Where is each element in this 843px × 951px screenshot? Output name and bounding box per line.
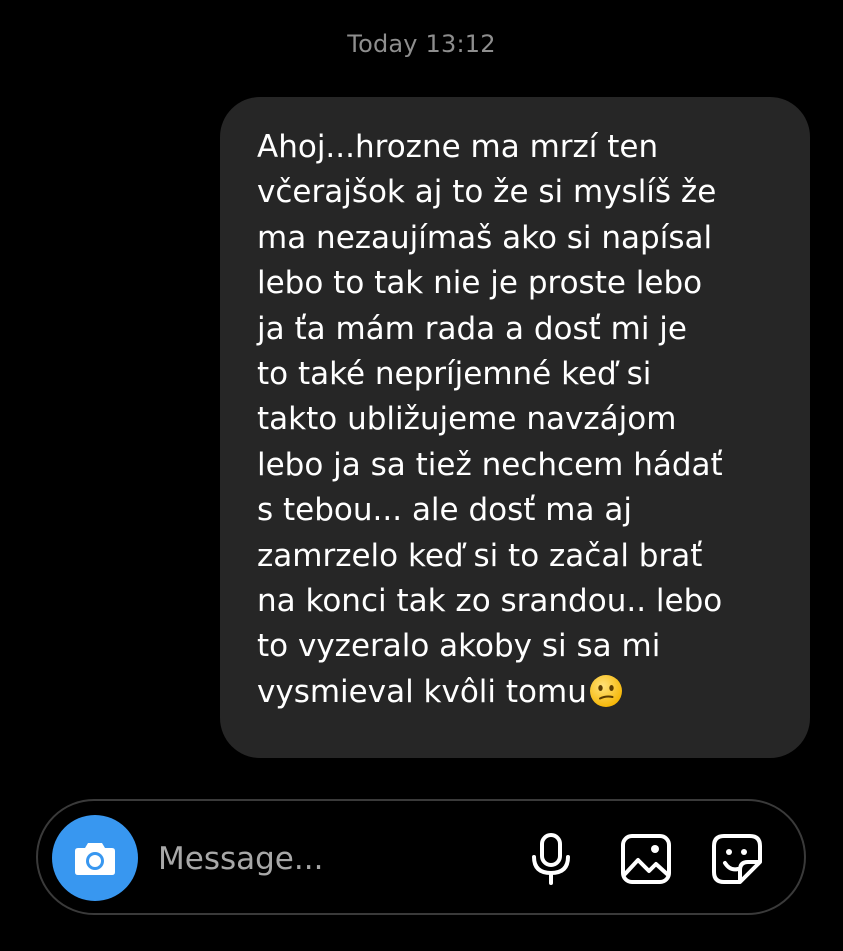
gallery-icon xyxy=(620,833,672,885)
camera-icon xyxy=(73,839,117,877)
message-line: lebo ja sa tiež nechcem hádať xyxy=(257,446,723,483)
confused-face-emoji xyxy=(589,674,623,708)
message-line: s tebou... ale dosť ma aj xyxy=(257,492,632,529)
message-line: lebo to tak nie je proste lebo xyxy=(257,265,703,302)
voice-message-button[interactable] xyxy=(521,829,581,889)
message-line: takto ubližujeme navzájom xyxy=(257,401,677,438)
message-line: ma nezaujímaš ako si napísal xyxy=(257,219,713,256)
gallery-button[interactable] xyxy=(616,829,676,889)
message-last-line: vysmieval kvôli tomu xyxy=(257,670,790,715)
message-timestamp: Today 13:12 xyxy=(347,30,496,58)
message-line: to vyzeralo akoby si sa mi xyxy=(257,628,661,665)
sticker-button[interactable] xyxy=(707,829,767,889)
sticker-icon xyxy=(711,833,763,885)
message-input[interactable] xyxy=(158,837,498,881)
message-composer xyxy=(36,799,806,915)
message-line: včerajšok aj to že si myslíš že xyxy=(257,174,717,211)
message-line: ja ťa mám rada a dosť mi je xyxy=(257,310,687,347)
message-line-text: vysmieval kvôli tomu xyxy=(257,673,587,710)
message-line: na konci tak zo srandou.. lebo xyxy=(257,583,723,620)
message-line: zamrzelo keď si to začal brať xyxy=(257,537,703,574)
message-line: to také nepríjemné keď si xyxy=(257,356,652,393)
camera-button[interactable] xyxy=(52,815,138,901)
message-bubble[interactable]: Ahoj...hrozne ma mrzí ten včerajšok aj t… xyxy=(220,97,810,758)
message-line: Ahoj...hrozne ma mrzí ten xyxy=(257,129,659,165)
microphone-icon xyxy=(529,832,573,886)
